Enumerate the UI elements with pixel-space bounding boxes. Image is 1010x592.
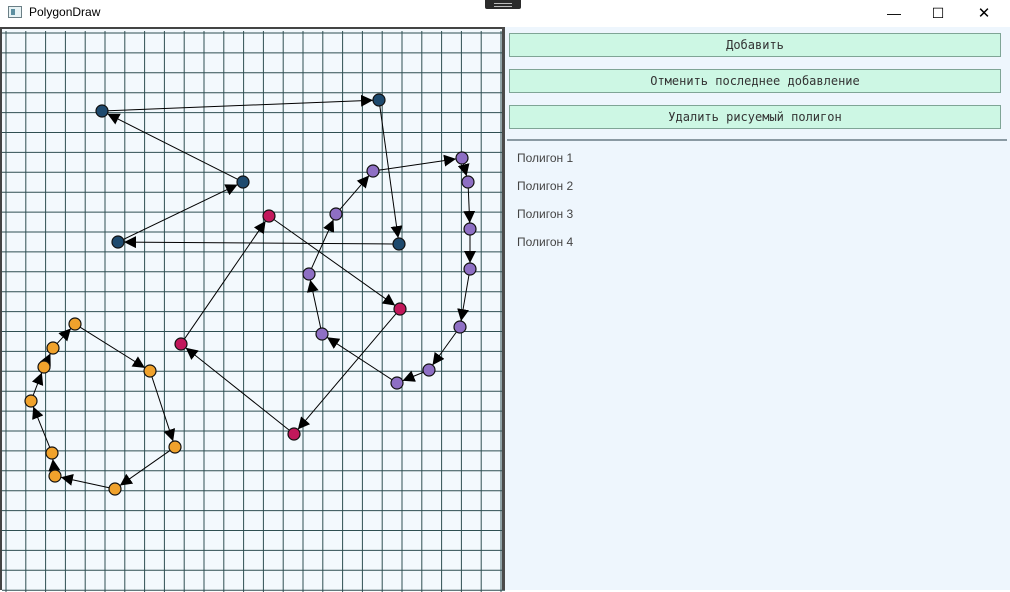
- polygon-vertex[interactable]: [48, 469, 62, 483]
- app-icon: [8, 6, 22, 18]
- polygon-edge: [107, 113, 238, 180]
- polygon-list-item[interactable]: Полигон 3: [517, 207, 573, 235]
- delete-polygon-button[interactable]: Удалить рисуемый полигон: [509, 105, 1001, 129]
- polygon-edge: [56, 328, 72, 344]
- polygon-list-item[interactable]: Полигон 1: [517, 151, 573, 179]
- title-bar: PolygonDraw — ☐ ✕: [0, 0, 1010, 27]
- polygon-vertex[interactable]: [463, 262, 477, 276]
- polygon-vertex[interactable]: [287, 427, 301, 441]
- polygon-vertex[interactable]: [174, 337, 188, 351]
- polygon-vertex[interactable]: [95, 104, 109, 118]
- polygon-vertex[interactable]: [45, 446, 59, 460]
- polygon-vertex[interactable]: [168, 440, 182, 454]
- control-panel: Добавить Отменить последнее добавление У…: [505, 27, 1010, 590]
- add-button[interactable]: Добавить: [509, 33, 1001, 57]
- polygon-edge: [31, 372, 44, 396]
- polygon-vertex[interactable]: [143, 364, 157, 378]
- polygon-edge: [185, 347, 290, 431]
- polygon-edges: [31, 94, 476, 489]
- drawing-canvas[interactable]: [0, 27, 505, 592]
- polygon-edge: [107, 94, 374, 112]
- polygon-vertex[interactable]: [461, 175, 475, 189]
- drag-handle[interactable]: [485, 0, 521, 9]
- polygon-edge: [432, 331, 457, 366]
- polygon-vertex[interactable]: [390, 376, 404, 390]
- polygon-edge: [39, 353, 51, 367]
- polygon-vertex[interactable]: [24, 394, 38, 408]
- close-icon: ✕: [977, 5, 991, 22]
- polygon-vertex[interactable]: [329, 207, 343, 221]
- minimize-button[interactable]: —: [871, 0, 917, 26]
- polygon-edge: [183, 220, 267, 340]
- canvas-svg[interactable]: [2, 29, 505, 592]
- polygon-edge: [463, 187, 476, 224]
- polygon-vertex[interactable]: [453, 320, 467, 334]
- polygon-vertex[interactable]: [366, 164, 380, 178]
- polygon-edge: [457, 163, 470, 177]
- polygon-vertex[interactable]: [46, 341, 60, 355]
- polygon-edge: [306, 279, 322, 329]
- polygon-vertex[interactable]: [262, 209, 276, 223]
- polygon-edge: [48, 458, 61, 472]
- polygon-edge: [79, 326, 146, 369]
- polygon-edge: [151, 376, 176, 442]
- divider: [507, 139, 1007, 141]
- polygon-list-item[interactable]: Полигон 4: [517, 235, 573, 263]
- polygon-vertices[interactable]: [24, 93, 477, 496]
- polygon-list-item[interactable]: Полигон 2: [517, 179, 573, 207]
- polygon-vertex[interactable]: [68, 317, 82, 331]
- polygon-vertex[interactable]: [236, 175, 250, 189]
- polygon-vertex[interactable]: [108, 482, 122, 496]
- polygon-edge: [457, 274, 470, 322]
- polygon-vertex[interactable]: [463, 222, 477, 236]
- polygon-vertex[interactable]: [111, 235, 125, 249]
- polygon-vertex[interactable]: [393, 302, 407, 316]
- minimize-icon: —: [887, 5, 901, 21]
- polygon-vertex[interactable]: [455, 151, 469, 165]
- undo-last-button[interactable]: Отменить последнее добавление: [509, 69, 1001, 93]
- grid: [2, 31, 505, 592]
- polygon-vertex[interactable]: [315, 327, 329, 341]
- polygon-list: Полигон 1 Полигон 2 Полигон 3 Полигон 4: [517, 151, 573, 263]
- polygon-edge: [402, 370, 424, 382]
- polygon-vertex[interactable]: [37, 360, 51, 374]
- window-title: PolygonDraw: [29, 5, 101, 19]
- polygon-vertex[interactable]: [302, 267, 316, 281]
- maximize-button[interactable]: ☐: [915, 0, 961, 26]
- close-button[interactable]: ✕: [961, 0, 1007, 26]
- polygon-vertex[interactable]: [372, 93, 386, 107]
- polygon-edge: [32, 406, 51, 448]
- polygon-vertex[interactable]: [422, 363, 436, 377]
- polygon-vertex[interactable]: [392, 237, 406, 251]
- polygon-edge: [378, 154, 457, 171]
- maximize-icon: ☐: [931, 4, 945, 21]
